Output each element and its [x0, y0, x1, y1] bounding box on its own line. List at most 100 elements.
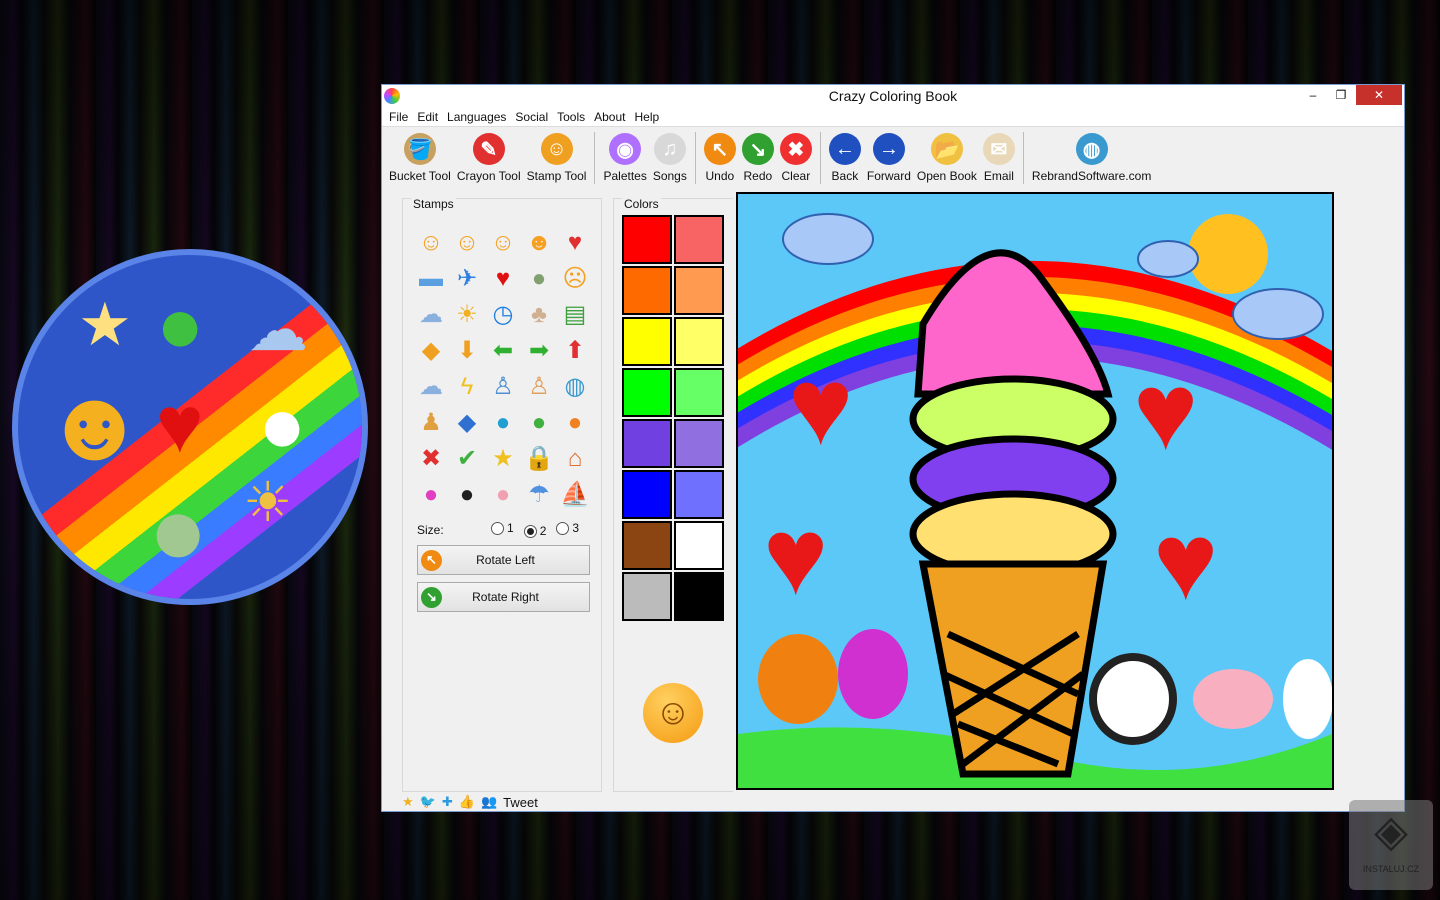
color-swatch[interactable]: [622, 266, 672, 315]
color-swatch[interactable]: [622, 521, 672, 570]
stamp-arrow-down-icon[interactable]: ⬇: [449, 333, 485, 369]
toolbar-label: Stamp Tool: [526, 169, 587, 183]
menu-file[interactable]: File: [386, 107, 414, 126]
friends-icon[interactable]: 👥: [481, 794, 497, 810]
toolbar-separator: [594, 132, 596, 184]
facebook-like-icon[interactable]: 👍: [459, 794, 475, 810]
back-button[interactable]: ← Back: [826, 129, 864, 187]
size-option-1[interactable]: 1: [491, 521, 514, 535]
stamp-green-monster-icon[interactable]: ●: [521, 405, 557, 441]
color-swatch[interactable]: [622, 368, 672, 417]
forward-button[interactable]: → Forward: [864, 129, 914, 187]
stamp-lock-icon[interactable]: 🔒: [521, 441, 557, 477]
stamp-blue-fish-icon[interactable]: ◆: [449, 405, 485, 441]
redo-button[interactable]: ↘ Redo: [739, 129, 777, 187]
stamp-plane-icon[interactable]: ✈: [449, 261, 485, 297]
color-swatch[interactable]: [622, 572, 672, 621]
menu-edit[interactable]: Edit: [414, 107, 444, 126]
stamp-orange-monster-icon[interactable]: ●: [557, 405, 593, 441]
stamp-storm-cloud-icon[interactable]: ☁: [413, 369, 449, 405]
stamp-rain-cloud-icon[interactable]: ☂: [521, 477, 557, 513]
minimize-button[interactable]: ‒: [1298, 85, 1328, 105]
palettes-button[interactable]: ◉ Palettes: [600, 129, 649, 187]
menu-tools[interactable]: Tools: [554, 107, 591, 126]
app-icon: [384, 88, 400, 104]
twitter-follow-icon[interactable]: ✚: [442, 794, 453, 810]
stamp-sick-icon[interactable]: ☹: [557, 261, 593, 297]
restore-button[interactable]: ❐: [1326, 85, 1356, 105]
tweet-link[interactable]: Tweet: [503, 795, 538, 810]
stamp-bus-icon[interactable]: ▬: [413, 261, 449, 297]
menu-about[interactable]: About: [591, 107, 631, 126]
stamp-house-icon[interactable]: ⌂: [557, 441, 593, 477]
radio-button[interactable]: [523, 524, 537, 538]
menu-social[interactable]: Social: [512, 107, 554, 126]
color-swatch[interactable]: [622, 419, 672, 468]
stamp-pink-monster-icon[interactable]: ●: [413, 477, 449, 513]
stamp-smile-icon[interactable]: ☺: [413, 225, 449, 261]
stamp-arrow-right-icon[interactable]: ➡: [521, 333, 557, 369]
color-swatch[interactable]: [622, 470, 672, 519]
rebrandsoftware-com-button[interactable]: ◍ RebrandSoftware.com: [1029, 129, 1154, 187]
radio-button[interactable]: [556, 521, 570, 535]
menu-help[interactable]: Help: [631, 107, 665, 126]
stamp-smiley-icon: ☺: [540, 133, 573, 165]
stamp-cloud-icon[interactable]: ☁: [413, 297, 449, 333]
stamp-happy-icon[interactable]: ☺: [485, 225, 521, 261]
color-swatch[interactable]: [622, 215, 672, 264]
color-swatch[interactable]: [674, 266, 724, 315]
menu-languages[interactable]: Languages: [444, 107, 512, 126]
stamp-sun-cloud-icon[interactable]: ☀: [449, 297, 485, 333]
songs-button[interactable]: ♫ Songs: [650, 129, 690, 187]
stamp-nurse-icon[interactable]: ♙: [521, 369, 557, 405]
rotate-left-button[interactable]: ↖ Rotate Left: [417, 545, 590, 575]
stamp-alien-icon[interactable]: ●: [521, 261, 557, 297]
star-icon[interactable]: ★: [402, 794, 414, 810]
stamp-grin-icon[interactable]: ☻: [521, 225, 557, 261]
color-swatch[interactable]: [674, 317, 724, 366]
stamp-red-x-icon[interactable]: ✖: [413, 441, 449, 477]
color-swatch[interactable]: [674, 572, 724, 621]
rotate-right-button[interactable]: ↘ Rotate Right: [417, 582, 590, 612]
stamp-blue-monster-icon[interactable]: ●: [485, 405, 521, 441]
stamp-love-icon[interactable]: ♥: [557, 225, 593, 261]
rotate-left-label: Rotate Left: [476, 553, 535, 567]
open-book-button[interactable]: 📂 Open Book: [914, 129, 980, 187]
color-swatch[interactable]: [674, 521, 724, 570]
stamp-clock-icon[interactable]: ◷: [485, 297, 521, 333]
crayon-tool-button[interactable]: ✎ Crayon Tool: [454, 129, 524, 187]
email-button[interactable]: ✉ Email: [980, 129, 1018, 187]
stamp-blush-icon[interactable]: ☺: [449, 225, 485, 261]
color-swatch[interactable]: [622, 317, 672, 366]
stamp-lightning-icon[interactable]: ϟ: [449, 369, 485, 405]
bucket-tool-button[interactable]: 🪣 Bucket Tool: [386, 129, 454, 187]
twitter-icon[interactable]: 🐦: [420, 794, 436, 810]
stamp-checkmark-icon[interactable]: ✔: [449, 441, 485, 477]
stamp-doctor-icon[interactable]: ♙: [485, 369, 521, 405]
size-option-2[interactable]: 2: [523, 524, 546, 538]
stamp-people-icon[interactable]: ♟: [413, 405, 449, 441]
stamp-cat-icon[interactable]: ♣: [521, 297, 557, 333]
size-option-3[interactable]: 3: [556, 521, 579, 535]
stamp-star-icon[interactable]: ★: [485, 441, 521, 477]
stamp-arrow-left-icon[interactable]: ⬅: [485, 333, 521, 369]
drawing-canvas[interactable]: ♥ ♥ ♥ ♥: [736, 192, 1334, 790]
color-swatch[interactable]: [674, 470, 724, 519]
stamp-globe-icon[interactable]: ◍: [557, 369, 593, 405]
stamp-penguin-icon[interactable]: ●: [449, 477, 485, 513]
color-swatch[interactable]: [674, 215, 724, 264]
close-button[interactable]: ✕: [1356, 85, 1402, 105]
undo-button[interactable]: ↖ Undo: [701, 129, 739, 187]
color-swatch[interactable]: [674, 368, 724, 417]
stamp-heart-icon[interactable]: ♥: [485, 261, 521, 297]
stamp-arrow-up-icon[interactable]: ⬆: [557, 333, 593, 369]
color-swatch[interactable]: [674, 419, 724, 468]
stamp-pig-icon[interactable]: ●: [485, 477, 521, 513]
stamp-fish-icon[interactable]: ◆: [413, 333, 449, 369]
stamp-sailboat-icon[interactable]: ⛵: [557, 477, 593, 513]
clear-button[interactable]: ✖ Clear: [777, 129, 815, 187]
size-option-label: 1: [507, 521, 514, 535]
radio-button[interactable]: [491, 521, 504, 535]
stamp-books-icon[interactable]: ▤: [557, 297, 593, 333]
stamp-tool-button[interactable]: ☺ Stamp Tool: [524, 129, 590, 187]
